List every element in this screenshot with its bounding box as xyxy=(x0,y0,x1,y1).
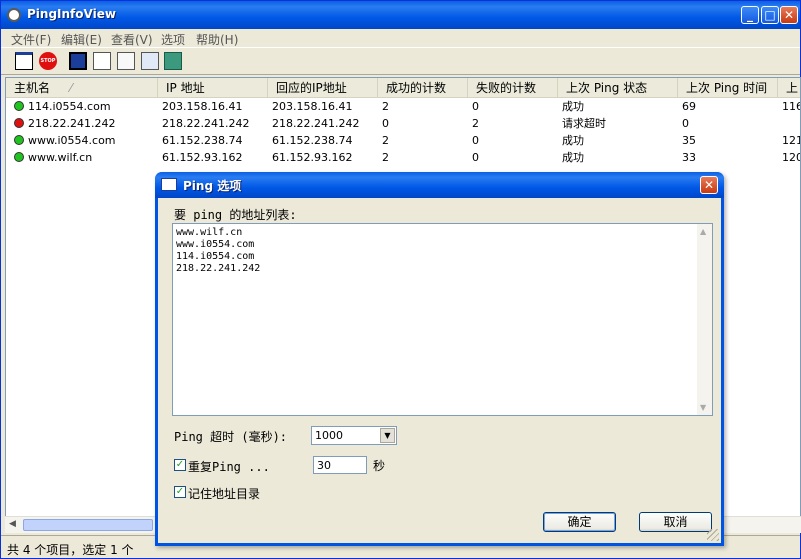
menu-edit[interactable]: 编辑(E) xyxy=(61,31,102,48)
col-last-status[interactable]: 上次 Ping 状态 xyxy=(558,78,678,98)
repeat-ping-checkbox[interactable]: ✓ xyxy=(174,459,186,471)
cell-success: 2 xyxy=(382,151,389,164)
copy-icon[interactable] xyxy=(93,52,111,70)
table-row[interactable]: 114.i0554.com 203.158.16.41 203.158.16.4… xyxy=(6,98,801,115)
cell-ip: 61.152.93.162 xyxy=(162,151,243,164)
timeout-label: Ping 超时 (毫秒): xyxy=(174,430,288,444)
list-header: 主机名 ⁄ IP 地址 回应的IP地址 成功的计数 失败的计数 上次 Ping 状… xyxy=(6,78,800,98)
menu-file[interactable]: 文件(F) xyxy=(11,31,51,48)
cell-host: www.i0554.com xyxy=(28,134,116,147)
ping-options-dialog: Ping 选项 ✕ 要 ping 的地址列表: www.wilf.cn www.… xyxy=(155,172,724,546)
table-row[interactable]: www.wilf.cn 61.152.93.162 61.152.93.162 … xyxy=(6,149,801,166)
timeout-value: 1000 xyxy=(315,429,343,442)
menu-bar: 文件(F) 编辑(E) 查看(V) 选项 帮助(H) xyxy=(1,29,800,47)
repeat-unit-label: 秒 xyxy=(373,459,386,473)
menu-options[interactable]: 选项 xyxy=(161,31,185,48)
dialog-title: Ping 选项 xyxy=(183,179,242,193)
status-dot-icon xyxy=(14,135,24,145)
cell-last-status: 成功 xyxy=(562,151,584,164)
find-icon[interactable] xyxy=(141,52,159,70)
scroll-down-icon[interactable]: ▼ xyxy=(700,403,706,412)
cell-fail: 2 xyxy=(472,117,479,130)
cell-reply-ip: 61.152.93.162 xyxy=(272,151,353,164)
cell-ip: 61.152.238.74 xyxy=(162,134,243,147)
app-icon xyxy=(7,8,21,22)
scroll-thumb[interactable] xyxy=(23,519,153,531)
cell-fail: 0 xyxy=(472,151,479,164)
cell-ip: 218.22.241.242 xyxy=(162,117,250,130)
options-icon[interactable] xyxy=(15,52,33,70)
cell-last-status: 请求超时 xyxy=(562,117,606,130)
properties-icon[interactable] xyxy=(117,52,135,70)
cell-extra: 120 xyxy=(782,151,801,164)
save-icon[interactable] xyxy=(69,52,87,70)
cell-last-time: 69 xyxy=(682,100,696,113)
cell-last-time: 33 xyxy=(682,151,696,164)
cell-last-time: 35 xyxy=(682,134,696,147)
repeat-ping-label: 重复Ping ... xyxy=(188,460,270,474)
ok-button[interactable]: 确定 xyxy=(543,512,616,532)
cell-last-time: 0 xyxy=(682,117,689,130)
col-last-time[interactable]: 上次 Ping 时间 xyxy=(678,78,778,98)
timeout-select[interactable]: 1000 ▼ xyxy=(311,426,397,445)
status-dot-icon xyxy=(14,118,24,128)
cell-success: 0 xyxy=(382,117,389,130)
window-title: PingInfoView xyxy=(27,7,116,21)
address-list-text: www.wilf.cn www.i0554.com 114.i0554.com … xyxy=(176,227,261,274)
address-list-textarea[interactable]: www.wilf.cn www.i0554.com 114.i0554.com … xyxy=(172,223,713,416)
stop-icon[interactable]: STOP xyxy=(39,52,57,70)
address-vertical-scrollbar[interactable]: ▲ ▼ xyxy=(697,224,712,415)
cell-success: 2 xyxy=(382,134,389,147)
minimize-button[interactable]: _ xyxy=(741,6,759,24)
remember-list-checkbox[interactable]: ✓ xyxy=(174,486,186,498)
col-fail[interactable]: 失败的计数 xyxy=(468,78,558,98)
cell-reply-ip: 61.152.238.74 xyxy=(272,134,353,147)
col-success[interactable]: 成功的计数 xyxy=(378,78,468,98)
maximize-button[interactable]: □ xyxy=(761,6,779,24)
toolbar: STOP xyxy=(1,47,800,75)
cell-fail: 0 xyxy=(472,100,479,113)
scroll-left-icon[interactable]: ◀ xyxy=(9,519,16,529)
table-row[interactable]: www.i0554.com 61.152.238.74 61.152.238.7… xyxy=(6,132,801,149)
resize-grip[interactable] xyxy=(707,529,719,541)
col-reply-ip[interactable]: 回应的IP地址 xyxy=(268,78,378,98)
status-dot-icon xyxy=(14,101,24,111)
cell-reply-ip: 218.22.241.242 xyxy=(272,117,360,130)
col-hostname[interactable]: 主机名 ⁄ xyxy=(6,78,158,98)
cell-success: 2 xyxy=(382,100,389,113)
menu-view[interactable]: 查看(V) xyxy=(111,31,153,48)
scroll-up-icon[interactable]: ▲ xyxy=(700,227,706,236)
address-list-label: 要 ping 的地址列表: xyxy=(174,208,297,222)
menu-help[interactable]: 帮助(H) xyxy=(196,31,238,48)
col-ip[interactable]: IP 地址 xyxy=(158,78,268,98)
cell-host: www.wilf.cn xyxy=(28,151,93,164)
cell-extra: 121 xyxy=(782,134,801,147)
close-button[interactable]: ✕ xyxy=(780,6,798,24)
cell-host: 218.22.241.242 xyxy=(28,117,116,130)
cell-ip: 203.158.16.41 xyxy=(162,100,243,113)
dialog-close-button[interactable]: ✕ xyxy=(700,176,718,194)
title-bar[interactable]: PingInfoView _ □ ✕ xyxy=(1,1,800,29)
cell-reply-ip: 203.158.16.41 xyxy=(272,100,353,113)
cell-last-status: 成功 xyxy=(562,134,584,147)
remember-list-label: 记住地址目录 xyxy=(188,487,261,501)
cell-extra: 116 xyxy=(782,100,801,113)
cell-host: 114.i0554.com xyxy=(28,100,111,113)
status-text: 共 4 个项目，选定 1 个 xyxy=(7,543,134,557)
exit-icon[interactable] xyxy=(164,52,182,70)
chevron-down-icon[interactable]: ▼ xyxy=(380,428,395,443)
cell-last-status: 成功 xyxy=(562,100,584,113)
col-extra[interactable]: 上 xyxy=(778,78,800,98)
cell-fail: 0 xyxy=(472,134,479,147)
status-dot-icon xyxy=(14,152,24,162)
repeat-interval-field[interactable]: 30 xyxy=(313,456,367,474)
dialog-window-icon xyxy=(161,178,177,191)
table-row[interactable]: 218.22.241.242 218.22.241.242 218.22.241… xyxy=(6,115,800,132)
repeat-interval-value: 30 xyxy=(317,459,331,472)
cancel-button[interactable]: 取消 xyxy=(639,512,712,532)
dialog-title-bar[interactable]: Ping 选项 ✕ xyxy=(155,172,724,198)
